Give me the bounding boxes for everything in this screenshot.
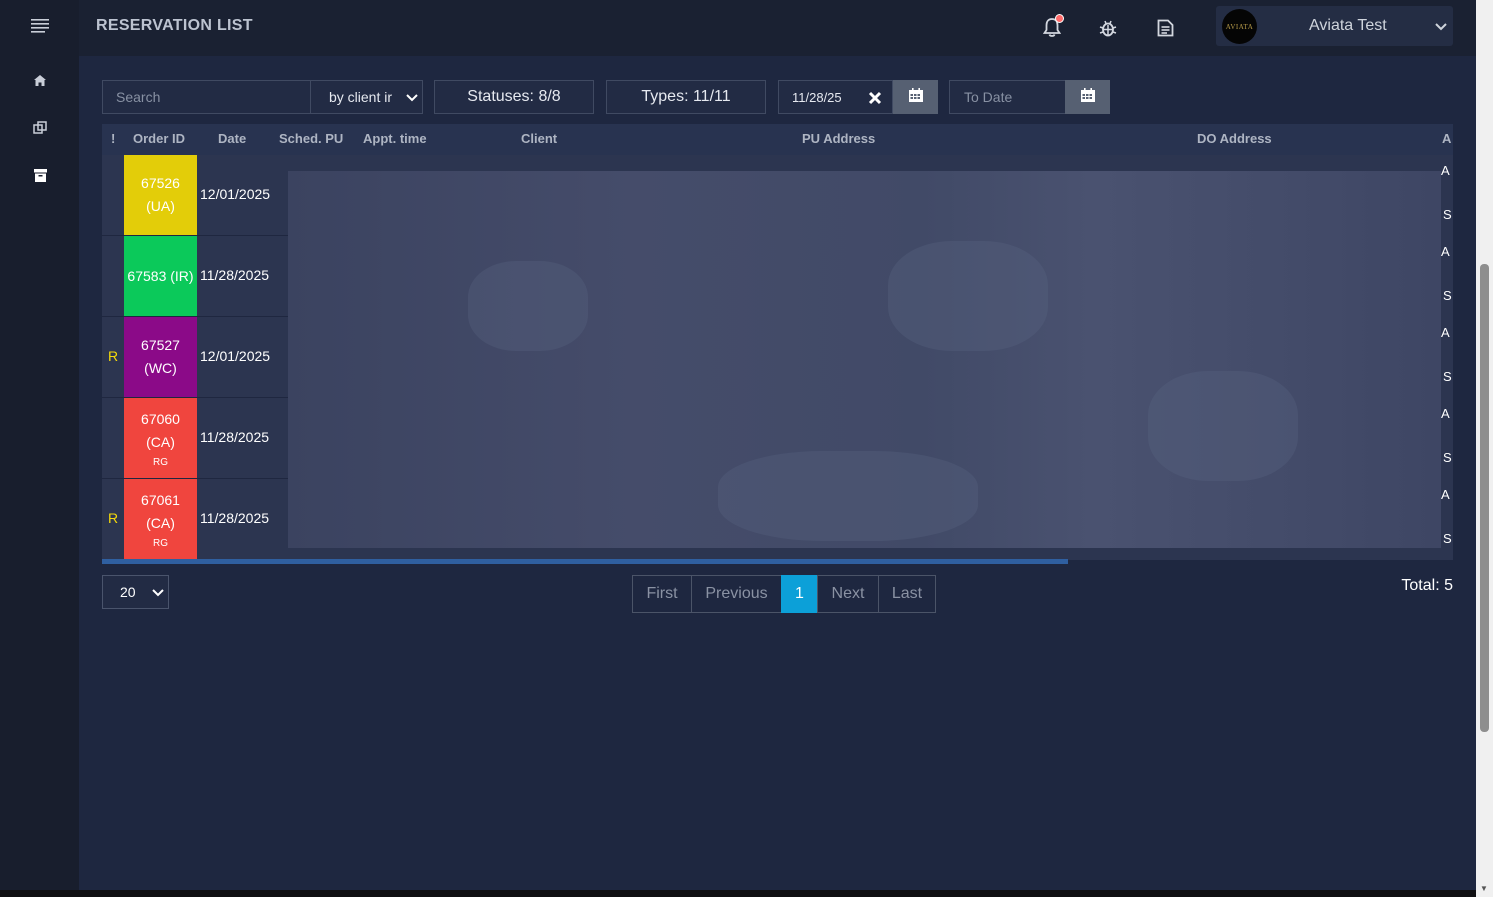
order-subcode: RG [153,537,168,549]
vertical-scrollbar[interactable]: ▼ [1476,0,1493,897]
truncated-cell: AS [1441,244,1452,303]
page-size-select[interactable]: 20 [102,575,169,609]
truncated-cell: AS [1441,325,1452,384]
chevron-down-icon [406,89,418,105]
copy-icon[interactable] [28,116,52,140]
order-id-cell[interactable]: 67526 (UA) [124,155,197,235]
statuses-filter-button[interactable]: Statuses: 8/8 [434,80,594,114]
column-header-order-id[interactable]: Order ID [133,131,185,146]
order-subcode: RG [153,456,168,468]
calendar-icon [1080,87,1096,108]
table-row[interactable]: 67060 (CA) RG 11/28/2025 [102,398,288,479]
user-name: Aviata Test [1309,17,1387,34]
calendar-icon [908,87,924,108]
order-code: (CA) [146,514,175,531]
order-id-cell[interactable]: 67527 (WC) [124,317,197,397]
row-date: 11/28/2025 [200,510,270,526]
table-body: 67526 (UA) 12/01/2025 67583 (IR) 11/28/2… [102,155,1453,560]
order-id-cell[interactable]: 67060 (CA) RG [124,398,197,478]
order-code: (CA) [146,433,175,450]
order-number: 67060 [141,410,180,427]
previous-page-button[interactable]: Previous [691,575,782,613]
column-header-client[interactable]: Client [521,131,557,146]
table-row[interactable]: R 67527 (WC) 12/01/2025 [102,317,288,398]
row-date: 12/01/2025 [200,348,271,364]
truncated-cell: AS [1441,163,1452,222]
order-code: (WC) [144,360,177,376]
order-number: 67061 [141,491,180,508]
current-page-button[interactable]: 1 [781,575,818,613]
last-page-button[interactable]: Last [878,575,936,613]
order-number: 67527 [141,337,180,353]
pagination: First Previous 1 Next Last [632,575,936,613]
order-id-cell[interactable]: 67061 (CA) RG [124,479,197,559]
notifications-bell-icon[interactable] [1040,14,1064,40]
bug-report-icon[interactable] [1096,16,1120,40]
column-header-do-address[interactable]: DO Address [1197,131,1272,146]
order-id-cell[interactable]: 67583 (IR) [124,236,197,316]
document-icon[interactable] [1153,16,1177,40]
order-number: 67583 (IR) [127,267,194,284]
search-by-value: by client ir [329,89,393,105]
column-header-sched-pu[interactable]: Sched. PU [279,131,343,146]
page-title: RESERVATION LIST [96,17,253,34]
search-input[interactable] [103,81,310,113]
types-filter-button[interactable]: Types: 11/11 [606,80,766,114]
chevron-down-icon [1435,18,1447,36]
column-header-truncated[interactable]: A [1442,131,1451,146]
notification-badge [1055,14,1064,23]
avatar: AVIATA [1222,9,1257,44]
total-count: Total: 5 [1401,577,1453,594]
row-date: 12/01/2025 [200,186,271,202]
column-header-pu-address[interactable]: PU Address [802,131,875,146]
truncated-cell: AS [1441,406,1452,465]
home-icon[interactable] [28,68,52,92]
search-by-select[interactable]: by client ir [310,80,423,114]
to-date-input[interactable]: To Date [949,80,1066,114]
to-date-calendar-button[interactable] [1065,80,1110,114]
row-flag: R [108,348,119,364]
from-date-calendar-button[interactable] [893,80,938,114]
scroll-down-arrow-icon[interactable]: ▼ [1480,884,1488,893]
bottom-edge [0,890,1476,897]
row-date: 11/28/2025 [200,429,270,445]
search-field[interactable] [102,80,311,114]
next-page-button[interactable]: Next [817,575,879,613]
table-row[interactable]: R 67061 (CA) RG 11/28/2025 [102,479,288,560]
sidebar [0,0,79,897]
user-menu[interactable]: AVIATA Aviata Test [1216,6,1453,46]
column-header-appt-time[interactable]: Appt. time [363,131,427,146]
row-flag: R [108,510,119,526]
clear-date-icon[interactable] [864,87,886,109]
menu-icon[interactable] [28,14,52,38]
table-row[interactable]: 67583 (IR) 11/28/2025 [102,236,288,317]
archive-icon[interactable] [28,163,52,187]
page-size-value: 20 [120,584,136,600]
table-row[interactable]: 67526 (UA) 12/01/2025 [102,155,288,236]
blurred-content [288,171,1441,548]
row-date: 11/28/2025 [200,267,270,283]
truncated-cell: AS [1441,487,1452,546]
order-number: 67526 [141,175,180,191]
table-header: ! Order ID Date Sched. PU Appt. time Cli… [102,124,1453,155]
scrollbar-thumb[interactable] [1480,264,1489,732]
column-header-flag[interactable]: ! [111,131,115,146]
top-bar: RESERVATION LIST AVIATA Aviata Test [79,0,1476,56]
column-header-date[interactable]: Date [218,131,246,146]
chevron-down-icon [152,584,164,600]
horizontal-scrollbar[interactable] [102,559,1068,564]
order-code: (UA) [146,198,175,214]
first-page-button[interactable]: First [632,575,692,613]
